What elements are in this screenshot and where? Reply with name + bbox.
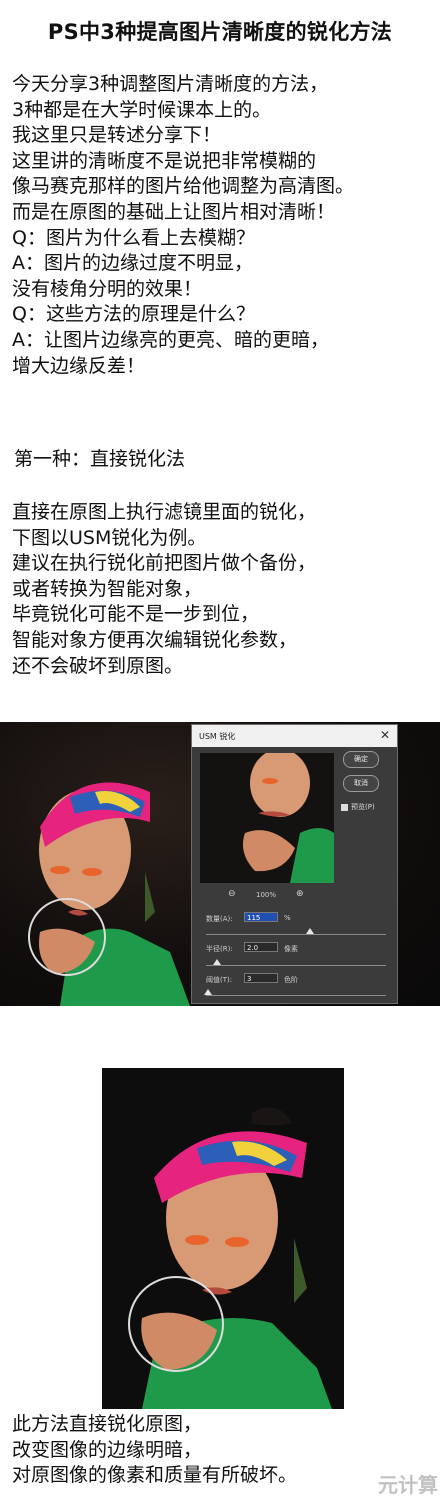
intro-line: Q：这些方法的原理是什么？ <box>12 303 255 326</box>
preview-checkbox[interactable]: 预览(P) <box>341 802 375 812</box>
zoom-level: 100% <box>256 891 277 899</box>
caption-line: 改变图像的边缘明暗， <box>12 1438 203 1461</box>
magnifier-circle <box>28 898 106 976</box>
caption-line: 此方法直接锐化原图， <box>12 1413 203 1435</box>
threshold-label: 阈值(T): <box>206 976 233 984</box>
radius-field[interactable]: 2.0 <box>244 942 278 952</box>
radius-label: 半径(R): <box>206 945 233 953</box>
method-1-line: 智能对象方便再次编辑锐化参数， <box>12 628 298 651</box>
radius-slider-track[interactable] <box>206 965 386 966</box>
amount-label: 数量(A): <box>206 915 233 923</box>
preview-portrait <box>242 753 334 883</box>
zoom-in-icon[interactable]: ⊕ <box>296 889 304 899</box>
caption-paragraph: 此方法直接锐化原图， 改变图像的边缘明暗， 对原图像的像素和质量有所破坏。 <box>12 1412 432 1489</box>
method-1-line: 下图以USM锐化为例。 <box>12 526 207 549</box>
section-heading-method-1: 第一种：直接锐化法 <box>14 448 186 470</box>
intro-line: 增大边缘反差！ <box>12 354 146 377</box>
intro-line: 而是在原图的基础上让图片相对清晰！ <box>12 200 336 223</box>
caption-line: 对原图像的像素和质量有所破坏。 <box>12 1464 298 1487</box>
ok-button[interactable]: 确定 <box>343 751 379 768</box>
threshold-slider-thumb[interactable] <box>203 989 212 995</box>
intro-line: 今天分享3种调整图片清晰度的方法， <box>12 73 329 95</box>
portrait-photo <box>39 782 190 1006</box>
close-icon[interactable]: ✕ <box>380 728 390 742</box>
intro-line: A：图片的边缘过度不明显， <box>12 252 253 275</box>
article-title: PS中3种提高图片清晰度的锐化方法 <box>47 20 393 44</box>
portrait-photo-result <box>141 1107 332 1409</box>
amount-unit: % <box>284 914 291 922</box>
method-1-line: 直接在原图上执行滤镜里面的锐化， <box>12 501 317 523</box>
preview-label: 预览(P) <box>351 803 375 811</box>
magnifier-circle <box>128 1276 224 1372</box>
intro-paragraph: 今天分享3种调整图片清晰度的方法， 3种都是在大学时候课本上的。 我这里只是转述分享… <box>12 72 432 379</box>
radius-slider-thumb[interactable] <box>212 959 221 965</box>
cancel-button[interactable]: 取消 <box>343 775 379 792</box>
method-1-line: 或者转换为智能对象， <box>12 577 203 600</box>
intro-line: 我这里只是转述分享下！ <box>12 124 222 147</box>
preview-thumbnail <box>200 753 334 883</box>
threshold-slider-track[interactable] <box>206 995 386 996</box>
amount-field[interactable]: 115 <box>244 912 278 922</box>
watermark-logo: 元计算 <box>378 1473 438 1497</box>
intro-line: A：让图片边缘亮的更亮、暗的更暗， <box>12 328 329 351</box>
intro-line: 3种都是在大学时候课本上的。 <box>12 98 272 121</box>
threshold-field[interactable]: 3 <box>244 973 278 983</box>
method-1-line: 毕竟锐化可能不是一步到位， <box>12 603 260 626</box>
intro-line: 像马赛克那样的图片给他调整为高清图。 <box>12 175 355 198</box>
threshold-unit: 色阶 <box>284 976 298 984</box>
screenshot-usm-dialog: USM 锐化 ✕ 确定 取消 预览(P) ⊖ 100% ⊕ 数量(A): 115… <box>0 722 440 1006</box>
intro-line: 这里讲的清晰度不是说把非常模糊的 <box>12 149 317 172</box>
checkbox-icon <box>341 803 348 811</box>
radius-unit: 像素 <box>284 945 298 953</box>
amount-slider-track[interactable] <box>206 934 386 935</box>
dialog-title: USM 锐化 <box>199 732 236 741</box>
zoom-out-icon[interactable]: ⊖ <box>228 889 236 899</box>
intro-line: Q：图片为什么看上去模糊？ <box>12 226 255 249</box>
method-1-line: 建议在执行锐化前把图片做个备份， <box>12 552 317 575</box>
amount-slider-thumb[interactable] <box>306 928 315 934</box>
method-1-paragraph: 直接在原图上执行滤镜里面的锐化， 下图以USM锐化为例。建议在执行锐化前把图片做个… <box>12 500 432 679</box>
method-1-line: 还不会破坏到原图。 <box>12 654 184 677</box>
dialog-titlebar: USM 锐化 ✕ <box>192 725 397 747</box>
intro-line: 没有棱角分明的效果！ <box>12 277 203 300</box>
result-photo <box>102 1068 344 1409</box>
usm-sharpen-dialog: USM 锐化 ✕ 确定 取消 预览(P) ⊖ 100% ⊕ 数量(A): 115… <box>191 724 398 1004</box>
